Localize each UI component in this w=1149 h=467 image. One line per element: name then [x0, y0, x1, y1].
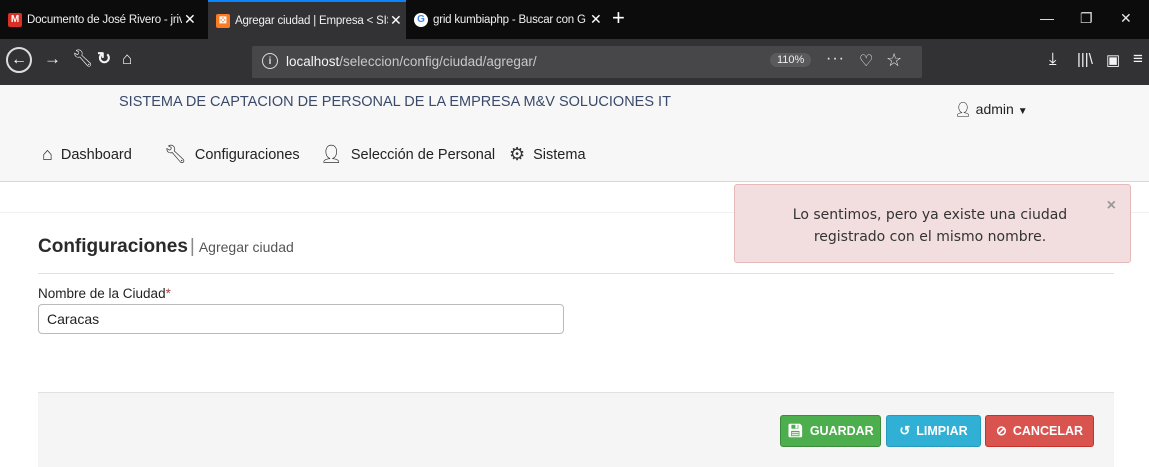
caret-down-icon: ▼ — [1017, 106, 1028, 117]
info-icon[interactable]: i — [262, 53, 278, 69]
tab-google-search[interactable]: G grid kumbiaphp - Buscar con G ✕ — [406, 0, 606, 39]
menu-label: Selección de Personal — [350, 146, 496, 163]
close-tab-icon[interactable]: ✕ — [590, 11, 602, 28]
forward-arrow-icon[interactable]: → — [44, 49, 61, 69]
restore-icon[interactable]: ❐ — [1080, 10, 1093, 27]
alert-message: Lo sentimos, pero ya existe una ciudad r… — [792, 207, 1068, 245]
url-path: /seleccion/config/ciudad/agregar/ — [339, 54, 537, 69]
menu-item-sistema[interactable]: ⚙ Sistema — [509, 144, 586, 165]
close-icon[interactable]: × — [1107, 197, 1116, 215]
new-tab-icon[interactable]: + — [612, 7, 625, 29]
menu-item-seleccion-personal[interactable]: 👤︎ Selección de Personal — [320, 144, 495, 165]
wrench-icon[interactable]: 🔧︎ — [72, 49, 94, 69]
main-menu: ⌂ Dashboard 🔧︎ Configuraciones 👤︎ Selecc… — [0, 131, 1149, 182]
wrench-icon: 🔧︎ — [164, 144, 187, 164]
save-button[interactable]: 💾︎ GUARDAR — [780, 415, 881, 447]
user-name: admin — [975, 101, 1014, 117]
save-icon: 💾︎ — [787, 423, 804, 438]
tab-title: Agregar ciudad | Empresa < SIST — [235, 14, 388, 27]
field-label-text: Nombre de la Ciudad — [38, 286, 166, 301]
gears-icon: ⚙ — [509, 144, 526, 164]
error-alert: Lo sentimos, pero ya existe una ciudad r… — [734, 184, 1131, 263]
refresh-icon: ↺ — [899, 423, 911, 438]
zoom-indicator[interactable]: 110% — [770, 53, 812, 67]
menu-label: Configuraciones — [194, 146, 300, 163]
url-host: localhost — [286, 54, 340, 69]
home-icon[interactable]: ⌂ — [122, 49, 132, 69]
google-icon: G — [414, 12, 428, 27]
pocket-icon[interactable]: ♡ — [859, 51, 873, 71]
menu-item-configuraciones[interactable]: 🔧︎ Configuraciones — [164, 144, 300, 165]
system-title: SISTEMA DE CAPTACION DE PERSONAL DE LA E… — [119, 94, 671, 110]
tab-agregar-ciudad[interactable]: ⊠ Agregar ciudad | Empresa < SIST ✕ — [208, 0, 406, 39]
menu-label: Sistema — [533, 146, 586, 163]
library-icon[interactable]: |||\ — [1077, 51, 1093, 68]
title-separator: | — [189, 236, 195, 257]
address-bar[interactable]: i localhost/seleccion/config/ciudad/agre… — [252, 46, 922, 78]
clear-button[interactable]: ↺ LIMPIAR — [886, 415, 981, 447]
home-icon: ⌂ — [42, 144, 53, 164]
page-subtitle: Agregar ciudad — [198, 239, 294, 255]
required-mark: * — [165, 286, 171, 301]
browser-tab-bar: M Documento de José Rivero - jriv ✕ ⊠ Ag… — [0, 0, 1149, 39]
close-window-icon[interactable]: ✕ — [1120, 10, 1132, 27]
minimize-icon[interactable]: — — [1040, 10, 1054, 26]
tab-gmail[interactable]: M Documento de José Rivero - jriv ✕ — [0, 0, 205, 39]
clear-button-label: LIMPIAR — [916, 424, 968, 438]
cancel-button[interactable]: ⊘ CANCELAR — [985, 415, 1094, 447]
download-icon[interactable]: ⤓ — [1049, 49, 1057, 69]
city-name-input[interactable] — [38, 304, 564, 334]
save-button-label: GUARDAR — [809, 424, 874, 438]
page-title: Configuraciones | Agregar ciudad — [38, 236, 294, 258]
close-tab-icon[interactable]: ✕ — [390, 12, 402, 29]
page-title-main: Configuraciones — [38, 236, 188, 257]
ban-icon: ⊘ — [995, 423, 1007, 438]
close-tab-icon[interactable]: ✕ — [184, 11, 196, 28]
menu-item-dashboard[interactable]: ⌂ Dashboard — [42, 144, 132, 165]
gmail-icon: M — [8, 12, 22, 27]
xampp-icon: ⊠ — [216, 13, 230, 28]
user-icon: 👤︎ — [954, 101, 972, 117]
divider — [38, 273, 1114, 274]
bookmark-star-icon[interactable]: ☆ — [886, 50, 902, 71]
hamburger-menu-icon[interactable]: ≡ — [1133, 49, 1143, 69]
tab-title: grid kumbiaphp - Buscar con G — [433, 13, 586, 26]
city-name-label: Nombre de la Ciudad* — [38, 286, 171, 301]
user-icon: 👤︎ — [320, 144, 343, 164]
url-text[interactable]: localhost/seleccion/config/ciudad/agrega… — [286, 54, 537, 69]
sidebar-icon[interactable]: ▣ — [1106, 51, 1120, 69]
reload-icon[interactable]: ↻ — [97, 49, 111, 69]
app-header: SISTEMA DE CAPTACION DE PERSONAL DE LA E… — [0, 85, 1149, 132]
tab-title: Documento de José Rivero - jriv — [27, 13, 182, 26]
menu-label: Dashboard — [60, 146, 132, 163]
page-actions-icon[interactable]: ··· — [826, 50, 845, 68]
back-arrow-icon[interactable]: ← — [6, 47, 32, 73]
cancel-button-label: CANCELAR — [1012, 424, 1084, 438]
user-menu[interactable]: 👤︎ admin ▼ — [954, 101, 1028, 118]
